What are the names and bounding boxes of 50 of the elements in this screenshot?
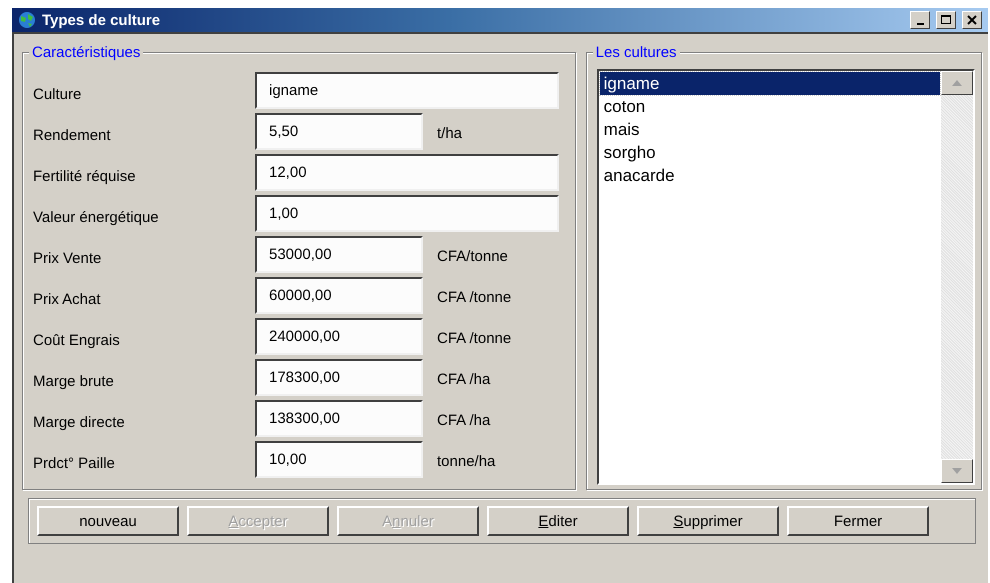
action-button[interactable]: Supprimer	[637, 506, 779, 536]
unit-label: CFA/tonne	[436, 246, 509, 264]
field-label: Rendement	[33, 126, 112, 144]
close-button[interactable]	[962, 11, 982, 29]
up-arrow-icon	[952, 80, 962, 86]
unit-label: CFA /tonne	[436, 288, 512, 306]
input-field[interactable]: igname	[255, 72, 559, 108]
list-item[interactable]: sorgho	[600, 141, 940, 164]
field-label: Fertilité réquise	[33, 166, 137, 184]
unit-label: tonne/ha	[436, 452, 496, 470]
minimize-button[interactable]	[910, 11, 930, 29]
globe-icon	[16, 11, 38, 29]
action-button[interactable]: Editer	[487, 506, 629, 536]
unit-label: t/ha	[436, 124, 464, 142]
field-label: Coût Engrais	[33, 330, 121, 348]
action-button[interactable]: nouveau	[37, 506, 179, 536]
unit-label: CFA /ha	[436, 410, 492, 428]
scrollbar[interactable]	[941, 71, 973, 483]
field-label: Marge directe	[33, 412, 126, 430]
unit-label: CFA /ha	[436, 370, 492, 388]
down-arrow-icon	[952, 468, 962, 474]
group-title: Caractéristiques	[29, 44, 144, 61]
input-field[interactable]: 1,00	[255, 194, 559, 232]
input-field[interactable]: 53000,00	[255, 236, 423, 272]
list-item[interactable]: coton	[600, 95, 940, 118]
close-icon	[967, 15, 977, 25]
input-field[interactable]: 12,00	[255, 154, 559, 190]
input-field[interactable]: 138300,00	[255, 400, 423, 436]
maximize-icon	[941, 15, 951, 25]
field-label: Prix Achat	[33, 290, 102, 308]
input-field[interactable]: 240000,00	[255, 318, 423, 354]
field-label: Prdct° Paille	[33, 454, 116, 472]
field-label: Valeur énergétique	[33, 208, 160, 226]
list-item[interactable]: mais	[600, 118, 940, 141]
field-label: Prix Vente	[33, 248, 102, 266]
window-title: Types de culture	[42, 12, 162, 28]
list-item[interactable]: anacarde	[600, 164, 940, 187]
scroll-up-button[interactable]	[941, 71, 973, 95]
list-item[interactable]: igname	[600, 72, 940, 95]
action-button[interactable]: Fermer	[787, 506, 929, 536]
input-field[interactable]: 10,00	[255, 440, 423, 478]
unit-label: CFA /tonne	[436, 328, 512, 346]
minimize-icon	[916, 23, 924, 25]
scroll-down-button[interactable]	[941, 459, 973, 483]
field-label: Marge brute	[33, 372, 115, 390]
input-field[interactable]: 60000,00	[255, 276, 423, 314]
maximize-button[interactable]	[936, 11, 956, 29]
input-field[interactable]: 5,50	[255, 112, 423, 150]
field-label: Culture	[33, 84, 82, 102]
input-field[interactable]: 178300,00	[255, 358, 423, 396]
